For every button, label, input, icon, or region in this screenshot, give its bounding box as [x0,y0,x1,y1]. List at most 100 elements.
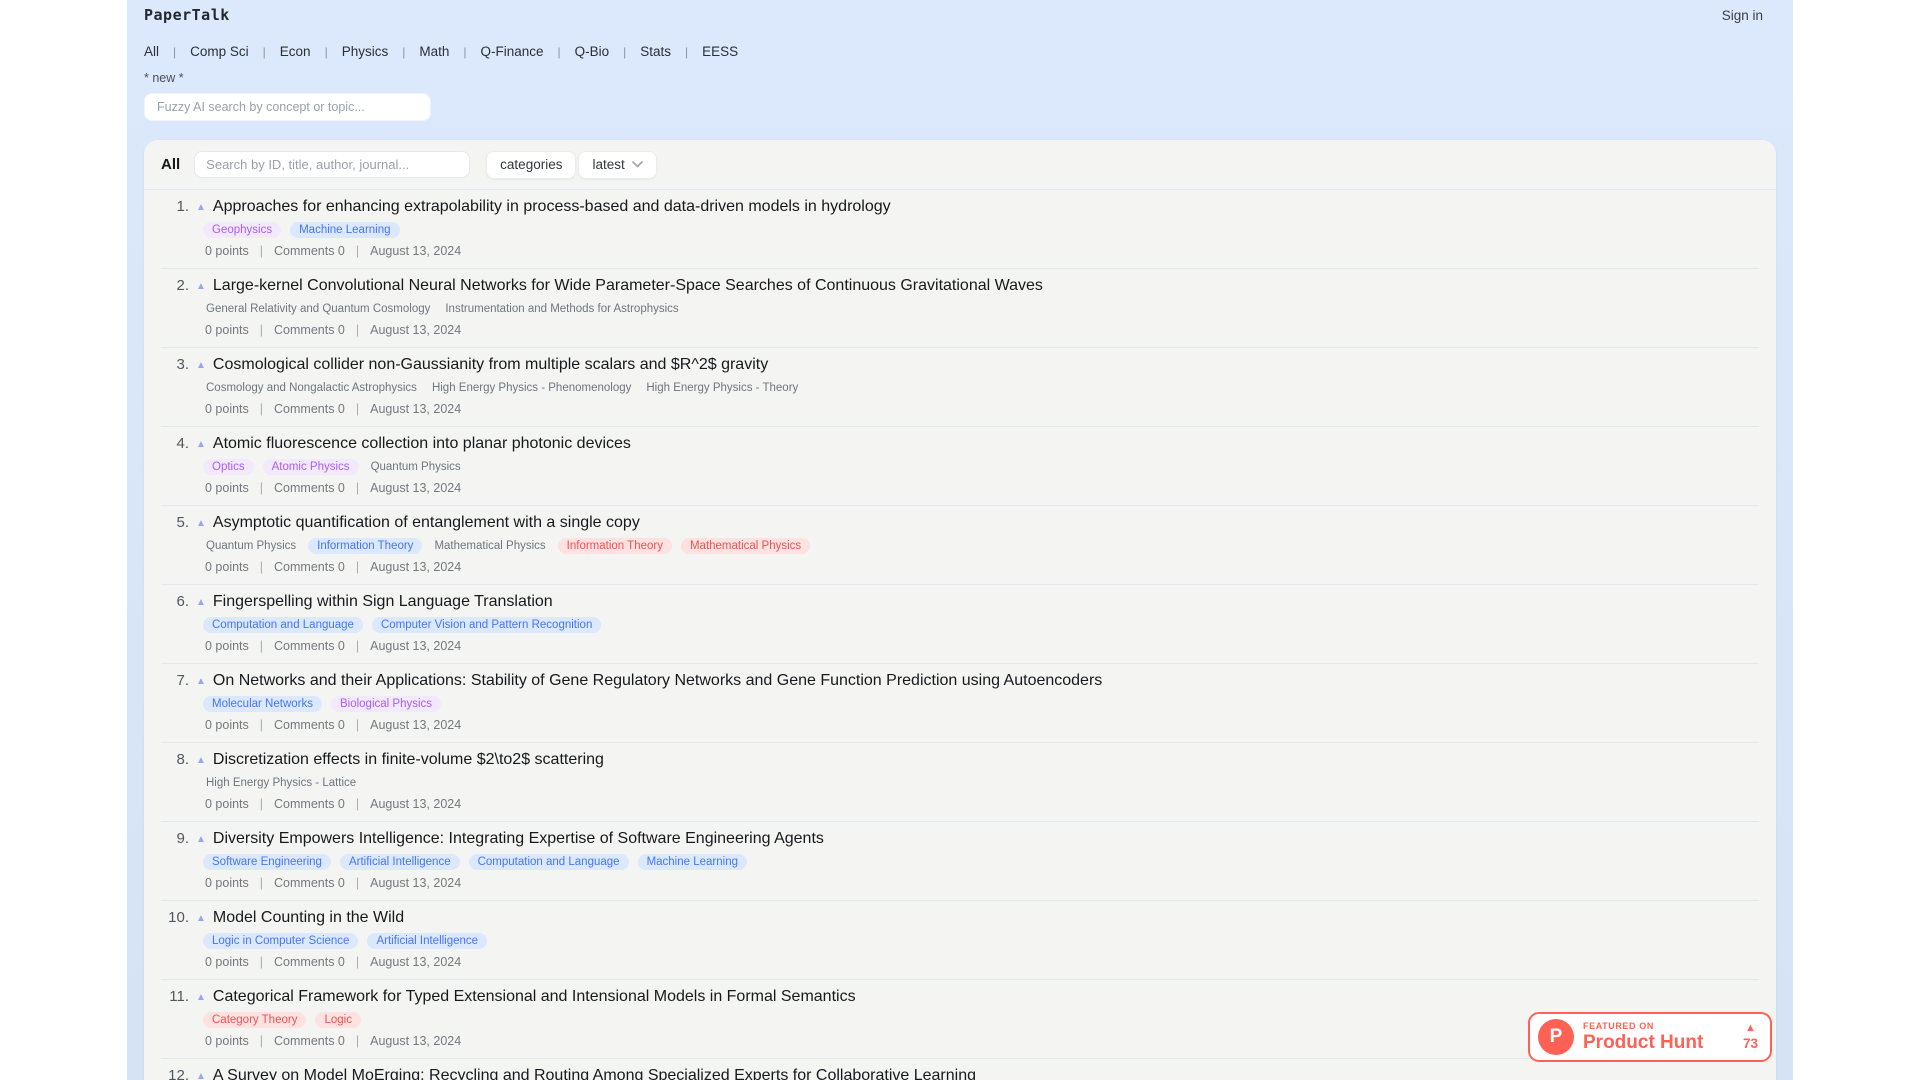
tag-purple[interactable]: Atomic Physics [263,459,359,475]
comments-link[interactable]: Comments 0 [274,402,345,416]
paper-title[interactable]: Diversity Empowers Intelligence: Integra… [213,830,824,848]
meta-separator: | [260,876,263,890]
paper-title[interactable]: Discretization effects in finite-volume … [213,751,604,769]
tag-red[interactable]: Information Theory [558,538,672,554]
nav-separator: | [685,45,688,59]
comments-link[interactable]: Comments 0 [274,797,345,811]
nav-item-q-finance[interactable]: Q-Finance [480,44,543,59]
tag-blue[interactable]: Computation and Language [203,617,363,633]
tag-blue[interactable]: Molecular Networks [203,696,322,712]
comments-link[interactable]: Comments 0 [274,481,345,495]
tag-blue[interactable]: Logic in Computer Science [203,933,358,949]
paper-rank: 2. [161,277,189,294]
nav-item-eess[interactable]: EESS [702,44,738,59]
upvote-icon[interactable]: ▲ [196,992,206,1003]
tag-blue[interactable]: Artificial Intelligence [367,933,487,949]
nav-item-q-bio[interactable]: Q-Bio [575,44,610,59]
paper-title[interactable]: Atomic fluorescence collection into plan… [213,435,631,453]
tag-blue[interactable]: Machine Learning [290,222,399,238]
meta-separator: | [260,955,263,969]
tag-red[interactable]: Category Theory [203,1012,306,1028]
comments-link[interactable]: Comments 0 [274,718,345,732]
nav-item-all[interactable]: All [144,44,159,59]
tag-red[interactable]: Logic [315,1012,361,1028]
paper-title[interactable]: Model Counting in the Wild [213,909,404,927]
paper-meta: 0 points|Comments 0|August 13, 2024 [205,1034,1759,1048]
paper-title[interactable]: Categorical Framework for Typed Extensio… [213,988,856,1006]
comments-link[interactable]: Comments 0 [274,560,345,574]
nav-item-physics[interactable]: Physics [342,44,389,59]
tag-blue[interactable]: Machine Learning [638,854,747,870]
paper-rank: 6. [161,593,189,610]
tag-purple[interactable]: Optics [203,459,254,475]
paper-title[interactable]: Cosmological collider non-Gaussianity fr… [213,356,768,374]
points-label: 0 points [205,876,249,890]
tag-plain[interactable]: High Energy Physics - Phenomenology [429,380,634,396]
tag-plain[interactable]: Instrumentation and Methods for Astrophy… [442,301,681,317]
paper-meta: 0 points|Comments 0|August 13, 2024 [205,244,1759,258]
sort-latest-button[interactable]: latest [578,151,656,179]
tag-plain[interactable]: High Energy Physics - Lattice [203,775,359,791]
comments-link[interactable]: Comments 0 [274,323,345,337]
sort-label: latest [592,157,624,172]
tag-purple[interactable]: Biological Physics [331,696,441,712]
date-label: August 13, 2024 [370,323,461,337]
comments-link[interactable]: Comments 0 [274,1034,345,1048]
tag-plain[interactable]: Quantum Physics [368,459,464,475]
upvote-icon[interactable]: ▲ [196,518,206,529]
paper-rank: 3. [161,356,189,373]
upvote-icon[interactable]: ▲ [196,439,206,450]
upvote-icon[interactable]: ▲ [196,202,206,213]
tag-blue[interactable]: Computer Vision and Pattern Recognition [372,617,601,633]
nav-item-math[interactable]: Math [419,44,449,59]
paper-title[interactable]: Asymptotic quantification of entanglemen… [213,514,640,532]
nav-separator: | [173,45,176,59]
tab-all[interactable]: All [161,156,180,173]
tag-plain[interactable]: General Relativity and Quantum Cosmology [203,301,433,317]
upvote-icon[interactable]: ▲ [196,834,206,845]
tag-blue[interactable]: Artificial Intelligence [340,854,460,870]
paper-tags: Quantum Physics Information Theory Mathema… [203,538,1759,554]
meta-separator: | [356,481,359,495]
upvote-icon[interactable]: ▲ [196,755,206,766]
paper-title[interactable]: Large-kernel Convolutional Neural Networ… [213,277,1043,295]
sign-in-link[interactable]: Sign in [1722,8,1763,23]
paper-rank: 12. [161,1067,189,1080]
upvote-icon[interactable]: ▲ [196,1071,206,1080]
meta-separator: | [260,481,263,495]
upvote-icon[interactable]: ▲ [196,360,206,371]
upvote-icon[interactable]: ▲ [196,913,206,924]
nav-item-stats[interactable]: Stats [640,44,671,59]
paper-tags: Computation and Language Computer Vision … [203,617,1759,633]
tag-blue[interactable]: Information Theory [308,538,422,554]
tag-plain[interactable]: Cosmology and Nongalactic Astrophysics [203,380,420,396]
comments-link[interactable]: Comments 0 [274,876,345,890]
paper-row: 7.▲On Networks and their Applications: S… [161,664,1759,743]
comments-link[interactable]: Comments 0 [274,244,345,258]
upvote-icon[interactable]: ▲ [196,597,206,608]
upvote-icon[interactable]: ▲ [196,676,206,687]
upvote-icon[interactable]: ▲ [196,281,206,292]
paper-title[interactable]: A Survey on Model MoErging: Recycling an… [213,1067,976,1080]
paper-tags: Category Theory Logic [203,1012,1759,1028]
categories-button[interactable]: categories [486,151,576,179]
brand-logo[interactable]: PaperTalk [144,6,230,24]
fuzzy-ai-search-input[interactable] [144,93,431,121]
points-label: 0 points [205,797,249,811]
comments-link[interactable]: Comments 0 [274,639,345,653]
tag-plain[interactable]: Mathematical Physics [431,538,548,554]
product-hunt-badge[interactable]: P FEATURED ON Product Hunt ▲ 73 [1528,1012,1772,1062]
comments-link[interactable]: Comments 0 [274,955,345,969]
nav-item-econ[interactable]: Econ [280,44,311,59]
tag-plain[interactable]: High Energy Physics - Theory [643,380,801,396]
paper-title[interactable]: Approaches for enhancing extrapolability… [213,198,891,216]
paper-title[interactable]: On Networks and their Applications: Stab… [213,672,1102,690]
tag-red[interactable]: Mathematical Physics [681,538,810,554]
tag-blue[interactable]: Software Engineering [203,854,331,870]
tag-purple[interactable]: Geophysics [203,222,281,238]
paper-search-input[interactable] [194,151,470,178]
nav-item-comp-sci[interactable]: Comp Sci [190,44,249,59]
tag-plain[interactable]: Quantum Physics [203,538,299,554]
tag-blue[interactable]: Computation and Language [469,854,629,870]
paper-title[interactable]: Fingerspelling within Sign Language Tran… [213,593,553,611]
